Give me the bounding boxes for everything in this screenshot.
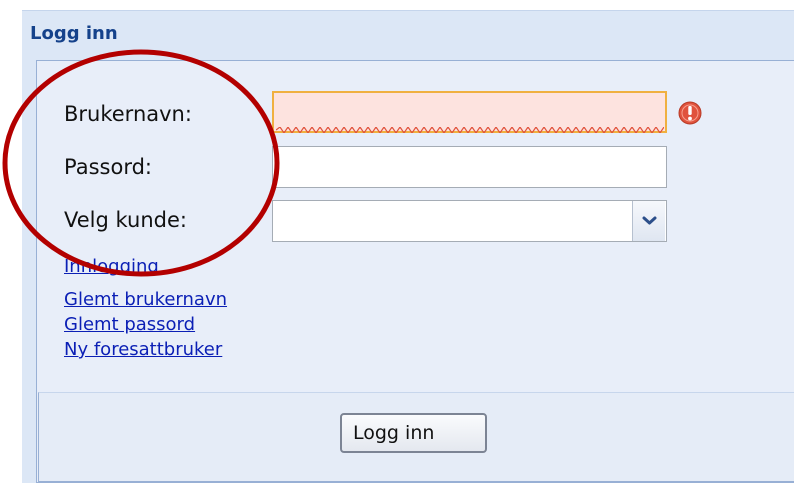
chevron-down-icon	[642, 216, 657, 225]
login-button[interactable]: Logg inn	[340, 413, 487, 453]
customer-label: Velg kunde:	[64, 208, 187, 232]
new-guardian-user-link[interactable]: Ny foresattbruker	[64, 339, 222, 360]
panel-title: Logg inn	[30, 23, 118, 44]
invalid-squiggle	[276, 127, 664, 133]
login-link[interactable]: Innlogging	[64, 256, 159, 277]
customer-select-trigger[interactable]	[632, 201, 665, 241]
password-input[interactable]	[272, 146, 667, 188]
forgot-password-link[interactable]: Glemt passord	[64, 314, 195, 335]
error-exclamation-icon	[678, 101, 702, 125]
customer-select[interactable]	[272, 200, 667, 242]
forgot-username-link[interactable]: Glemt brukernavn	[64, 289, 227, 310]
password-label: Passord:	[64, 155, 152, 179]
username-label: Brukernavn:	[64, 102, 192, 126]
